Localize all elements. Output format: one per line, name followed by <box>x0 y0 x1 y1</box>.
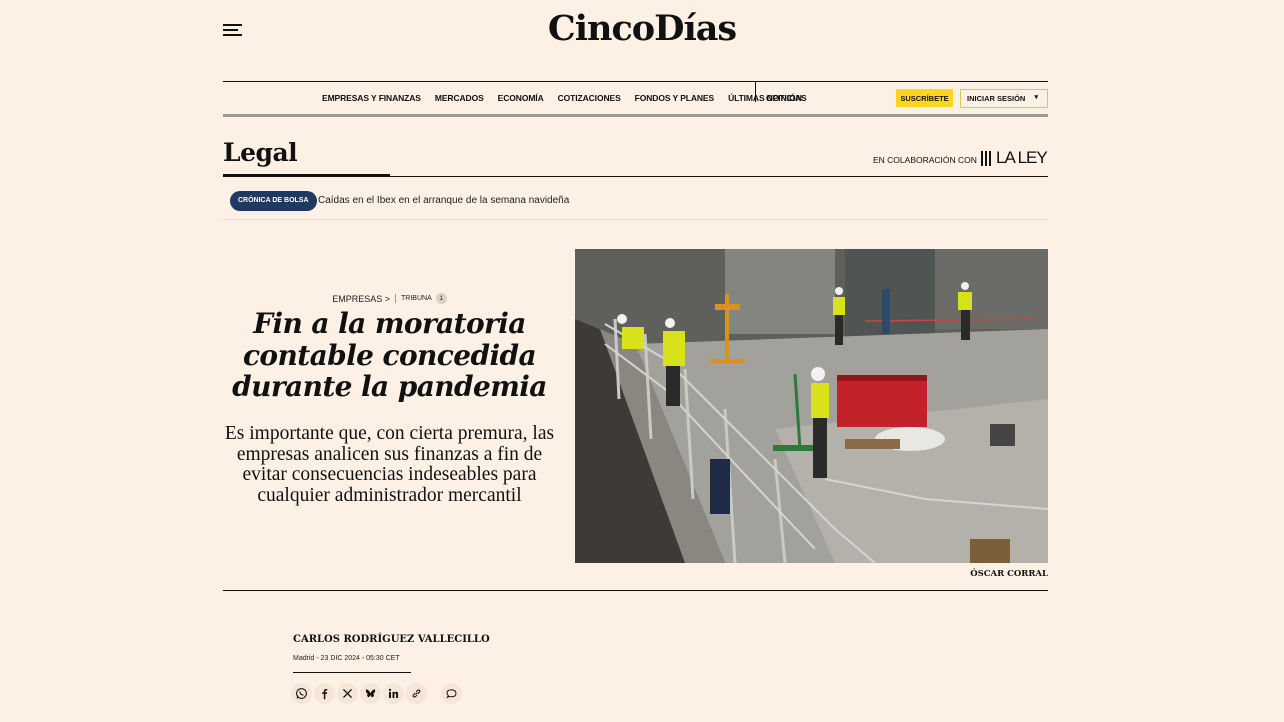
article-subhead: Es importante que, con cierta premura, l… <box>224 423 555 506</box>
la-ley-logo-icon <box>981 150 993 166</box>
nav-link-economia[interactable]: ECONOMÍA <box>498 93 544 103</box>
x-icon[interactable] <box>337 683 358 704</box>
kicker-divider <box>395 294 397 303</box>
partner-name: LA LEY <box>996 148 1048 167</box>
chevron-down-icon: ▾ <box>1034 94 1038 101</box>
dateline: Madrid - 23 DIC 2024 - 05:30 CET <box>293 655 400 662</box>
site-logo[interactable]: CincoDías <box>0 8 1284 49</box>
nav-link-cotizaciones[interactable]: COTIZACIONES <box>558 93 621 103</box>
comment-icon[interactable] <box>441 683 462 704</box>
nav-link-mercados[interactable]: MERCADOS <box>435 93 484 103</box>
nav-links: EMPRESAS Y FINANZAS MERCADOS ECONOMÍA CO… <box>322 82 821 114</box>
section-header: Legal EN COLABORACIÓN CON LA LEY <box>223 136 1048 177</box>
whatsapp-icon[interactable] <box>291 683 312 704</box>
article-kicker: EMPRESAS > TRIBUNA 1 <box>223 293 556 304</box>
share-bar <box>291 683 464 704</box>
nav-link-empresas[interactable]: EMPRESAS Y FINANZAS <box>322 93 421 103</box>
section-underline <box>223 174 390 177</box>
linkedin-icon[interactable] <box>383 683 404 704</box>
photo-credit: ÓSCAR CORRAL <box>970 569 1048 579</box>
breaking-link[interactable]: Caídas en el Ibex en el arranque de la s… <box>318 195 569 206</box>
author-name[interactable]: CARLOS RODRÍGUEZ VALLECILLO <box>293 634 490 645</box>
breaking-news-bar: CRÓNICA DE BOLSA Caídas en el Ibex en el… <box>223 188 1048 220</box>
collab-label: EN COLABORACIÓN CON <box>873 155 977 165</box>
link-icon[interactable] <box>406 683 427 704</box>
login-label: INICIAR SESIÓN <box>967 94 1026 103</box>
kicker-tag[interactable]: TRIBUNA <box>401 295 432 302</box>
byline-divider <box>293 672 411 673</box>
section-title[interactable]: Legal <box>223 138 298 167</box>
main-nav: EMPRESAS Y FINANZAS MERCADOS ECONOMÍA CO… <box>223 81 1048 117</box>
construction-site-image <box>575 249 1048 563</box>
article-headline: Fin a la moratoria contable concedida du… <box>232 307 547 403</box>
facebook-icon[interactable] <box>314 683 335 704</box>
article-divider <box>223 590 1048 591</box>
nav-link-fondos[interactable]: FONDOS Y PLANES <box>635 93 715 103</box>
breaking-pill[interactable]: CRÓNICA DE BOLSA <box>230 191 317 211</box>
nav-link-opinion[interactable]: OPINIÓN <box>766 82 802 114</box>
article-photo <box>575 249 1048 563</box>
partner-logo[interactable]: LA LEY <box>981 148 1048 168</box>
bluesky-icon[interactable] <box>360 683 381 704</box>
subscribe-button[interactable]: SUSCRÍBETE <box>896 89 953 107</box>
nav-divider <box>755 82 756 102</box>
kicker-section[interactable]: EMPRESAS > <box>332 294 390 304</box>
kicker-count-badge: 1 <box>435 293 447 304</box>
login-button[interactable]: INICIAR SESIÓN ▾ <box>960 89 1048 108</box>
